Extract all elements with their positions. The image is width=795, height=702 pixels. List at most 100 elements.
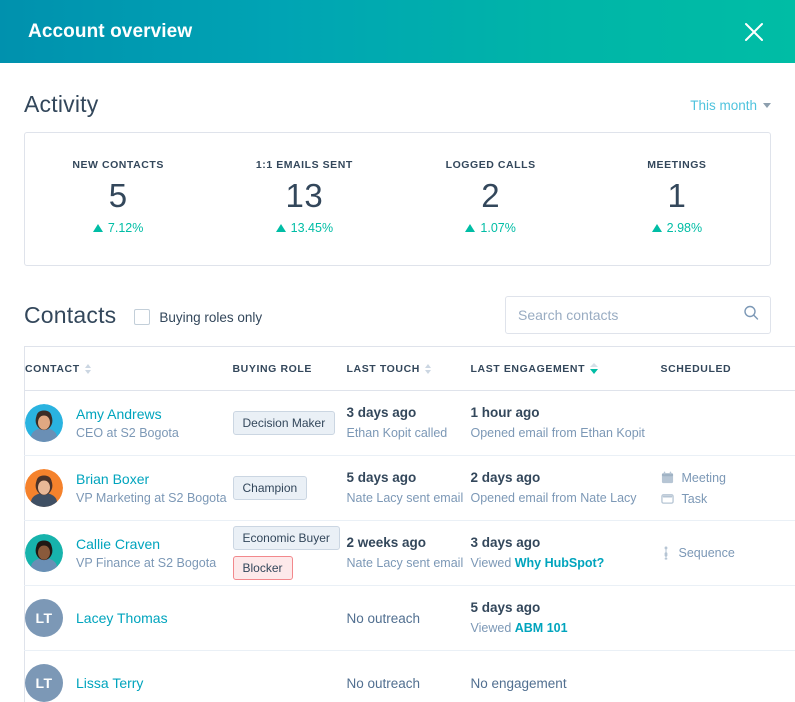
stat-value: 2 [481, 177, 501, 214]
last-engagement-empty: No engagement [470, 675, 567, 691]
activity-title: Activity [24, 91, 99, 117]
last-touch-detail: Nate Lacy sent email [346, 490, 464, 505]
sort-icon[interactable] [424, 363, 431, 374]
sequence-icon [661, 546, 671, 560]
contact-name-link[interactable]: Amy Andrews [76, 405, 179, 424]
column-header-label: CONTACT [25, 362, 80, 375]
activity-stat: 1:1 EMAILS SENT 13 13.45% [211, 159, 397, 235]
cell-scheduled [661, 651, 795, 702]
stat-value: 13 [285, 177, 324, 214]
activity-stat: LOGGED CALLS 2 1.07% [398, 159, 584, 235]
table-row[interactable]: LT Lissa Terry No outreach No engagement [25, 651, 795, 702]
avatar [25, 404, 63, 443]
contact-name-link[interactable]: Lacey Thomas [76, 609, 168, 628]
cell-last-touch: 5 days ago Nate Lacy sent email [346, 455, 471, 522]
table-column-header-contact[interactable]: CONTACT [24, 346, 233, 392]
buying-role-badge: Decision Maker [232, 411, 336, 436]
cell-scheduled [660, 585, 795, 652]
table-row[interactable]: LT Lacey Thomas No outreach 5 days ago Viewe… [24, 585, 795, 652]
avatar: LT [25, 599, 63, 638]
last-engagement-detail: Opened email from Nate Lacy [471, 490, 661, 508]
column-header-label: LAST TOUCH [346, 362, 420, 375]
buying-roles-only-label: Buying roles only [159, 309, 263, 325]
cell-buying-role: Decision Maker [232, 390, 347, 457]
stat-delta-value: 2.98% [666, 221, 703, 236]
cell-last-touch: No outreach [346, 585, 471, 652]
last-touch-empty: No outreach [346, 675, 421, 691]
contact-subtitle: VP Finance at S2 Bogota [76, 555, 217, 570]
scheduled-item-label: Meeting [681, 470, 726, 485]
stat-delta: 1.07% [398, 221, 584, 235]
column-header-label: LAST ENGAGEMENT [470, 362, 586, 375]
last-engagement-link[interactable]: Why HubSpot? [515, 556, 605, 570]
triangle-up-icon [275, 224, 286, 233]
checkbox-box[interactable] [134, 309, 151, 326]
buying-roles-only-checkbox[interactable]: Buying roles only [134, 309, 263, 326]
scheduled-item[interactable]: Meeting [661, 471, 795, 485]
page-title: Account overview [28, 20, 193, 42]
last-engagement-detail-text: Opened email from Ethan Kopit [470, 425, 645, 440]
avatar: LT [25, 664, 63, 702]
stat-label: MEETINGS [647, 159, 707, 171]
last-touch-time: 3 days ago [346, 405, 417, 421]
contact-name-link[interactable]: Lissa Terry [76, 674, 143, 693]
scheduled-item[interactable]: Task [660, 491, 795, 506]
cell-buying-role [233, 651, 347, 702]
table-column-header-scheduled: SCHEDULED [660, 346, 795, 392]
table-row[interactable]: Amy Andrews CEO at S2 Bogota Decision Make… [24, 390, 795, 457]
contact-name-link[interactable]: Callie Craven [76, 535, 216, 554]
table-column-header-engagement[interactable]: LAST ENGAGEMENT [470, 346, 661, 392]
last-engagement-detail: Viewed Why HubSpot? [471, 555, 661, 573]
avatar-initials: LT [35, 675, 53, 692]
cell-contact: LT Lissa Terry [25, 651, 233, 702]
stat-delta: 2.98% [584, 221, 770, 235]
period-dropdown-label: This month [690, 98, 757, 113]
sort-icon[interactable] [84, 363, 91, 374]
cell-last-touch: 3 days ago Ethan Kopit called [346, 390, 471, 457]
cell-last-engagement: 2 days ago Opened email from Nate Lacy [470, 455, 661, 522]
cell-contact: Brian Boxer VP Marketing at S2 Bogota [24, 455, 233, 522]
panel-header: Account overview [0, 0, 795, 63]
cell-last-touch: 2 weeks ago Nate Lacy sent email [346, 520, 471, 587]
cell-contact: Amy Andrews CEO at S2 Bogota [24, 390, 233, 457]
stat-delta-value: 13.45% [290, 221, 334, 236]
stat-value: 1 [667, 177, 687, 214]
table-row[interactable]: Brian Boxer VP Marketing at S2 Bogota Cham… [24, 455, 795, 522]
last-engagement-time: 3 days ago [470, 535, 541, 551]
table-header-row: CONTACT BUYING ROLE LAST TOUCH LAST ENGAGEM… [24, 346, 795, 392]
buying-role-badge: Champion [232, 476, 308, 501]
scheduled-item-label: Task [681, 491, 708, 506]
contact-subtitle: VP Marketing at S2 Bogota [76, 490, 227, 505]
sort-descending-icon[interactable] [590, 363, 599, 375]
buying-role-badge: Blocker [232, 556, 293, 581]
last-touch-detail: Ethan Kopit called [346, 425, 448, 440]
last-engagement-detail-text: Viewed [470, 555, 515, 570]
activity-stat: MEETINGS 1 2.98% [584, 159, 770, 235]
contacts-title: Contacts [24, 301, 117, 328]
triangle-up-icon [651, 224, 662, 233]
cell-contact: LT Lacey Thomas [24, 585, 233, 652]
last-touch-time: 2 weeks ago [346, 535, 427, 551]
contact-name-link[interactable]: Brian Boxer [76, 470, 227, 489]
cell-buying-role [232, 585, 347, 652]
task-icon [660, 492, 674, 505]
stat-delta: 7.12% [25, 221, 211, 235]
avatar-initials: LT [35, 610, 53, 627]
cell-last-engagement: 1 hour ago Opened email from Ethan Kopit [470, 390, 661, 457]
contact-subtitle: CEO at S2 Bogota [76, 425, 179, 440]
contacts-table: CONTACT BUYING ROLE LAST TOUCH LAST ENGAGEM… [24, 346, 795, 702]
avatar [25, 534, 63, 573]
table-row[interactable]: Callie Craven VP Finance at S2 Bogota Econ… [24, 520, 795, 587]
buying-role-badge: Economic Buyer [232, 526, 340, 551]
table-column-header-touch[interactable]: LAST TOUCH [346, 346, 471, 392]
cell-buying-role: Champion [232, 455, 347, 522]
close-icon[interactable] [739, 17, 769, 47]
account-overview-panel: Account overview Activity This month NEW… [0, 0, 795, 702]
search-input[interactable] [505, 296, 771, 335]
table-column-header-role: BUYING ROLE [232, 346, 347, 392]
contacts-header: Contacts Buying roles only [24, 266, 771, 346]
cell-last-engagement: 3 days ago Viewed Why HubSpot? [470, 520, 661, 587]
last-engagement-link[interactable]: ABM 101 [515, 621, 568, 635]
scheduled-item[interactable]: Sequence [661, 546, 795, 560]
period-dropdown[interactable]: This month [690, 98, 771, 113]
